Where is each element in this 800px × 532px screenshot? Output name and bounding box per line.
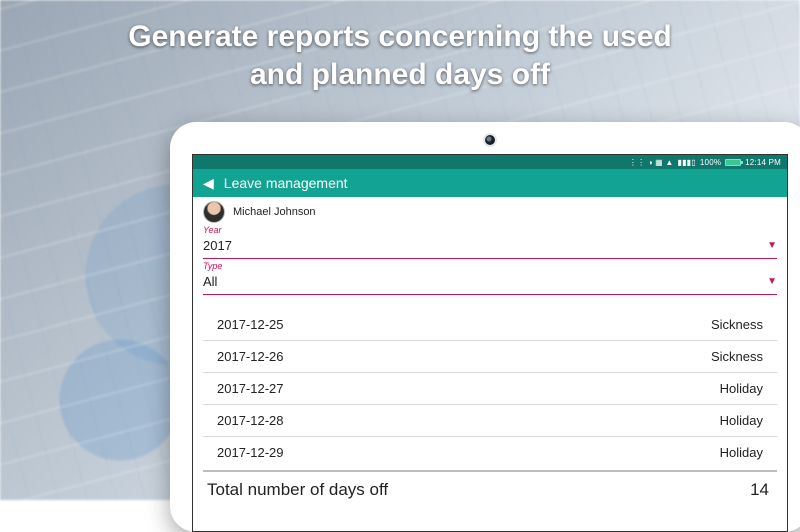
headline-line2: and planned days off [0,56,800,94]
list-item[interactable]: 2017-12-26 Sickness [203,341,777,373]
user-name: Michael Johnson [233,206,316,218]
wifi-icon: ⋮⋮ ◑ ▦ ▲ [629,158,674,167]
entry-date: 2017-12-27 [217,381,284,396]
avatar [203,201,225,223]
total-label: Total number of days off [207,480,388,500]
list-item[interactable]: 2017-12-29 Holiday [203,437,777,468]
list-item[interactable]: 2017-12-27 Holiday [203,373,777,405]
year-filter[interactable]: Year 2017 ▼ [193,225,787,261]
year-filter-label: Year [203,225,777,235]
type-filter[interactable]: Type All ▼ [193,261,787,297]
entries-list: 2017-12-25 Sickness 2017-12-26 Sickness … [193,305,787,468]
entry-kind: Sickness [711,349,763,364]
camera-icon [485,135,495,145]
headline-line1: Generate reports concerning the used [0,18,800,56]
entry-kind: Holiday [720,413,763,428]
app-screen: ⋮⋮ ◑ ▦ ▲ ▮▮▮▯ 100% 12:14 PM ◀ Leave mana… [192,154,788,532]
entry-date: 2017-12-25 [217,317,284,332]
entry-kind: Holiday [720,381,763,396]
entry-kind: Holiday [720,445,763,460]
type-filter-value: All [203,274,217,289]
total-value: 14 [750,480,769,500]
entry-date: 2017-12-26 [217,349,284,364]
status-bar: ⋮⋮ ◑ ▦ ▲ ▮▮▮▯ 100% 12:14 PM [193,155,787,169]
entry-date: 2017-12-28 [217,413,284,428]
app-bar: ◀ Leave management [193,169,787,197]
entry-date: 2017-12-29 [217,445,284,460]
list-item[interactable]: 2017-12-25 Sickness [203,309,777,341]
app-title: Leave management [224,175,348,191]
entry-kind: Sickness [711,317,763,332]
user-row[interactable]: Michael Johnson [193,197,787,225]
chevron-down-icon: ▼ [767,276,777,287]
promo-headline: Generate reports concerning the used and… [0,18,800,93]
battery-icon [725,159,741,166]
tablet-frame: ⋮⋮ ◑ ▦ ▲ ▮▮▮▯ 100% 12:14 PM ◀ Leave mana… [170,122,800,532]
chevron-down-icon: ▼ [767,240,777,251]
list-item[interactable]: 2017-12-28 Holiday [203,405,777,437]
year-filter-value: 2017 [203,238,232,253]
battery-percent: 100% [700,158,721,167]
total-row: Total number of days off 14 [193,472,787,500]
back-icon[interactable]: ◀ [203,176,214,190]
clock: 12:14 PM [745,158,781,167]
signal-icon: ▮▮▮▯ [677,158,695,167]
type-filter-label: Type [203,261,777,271]
